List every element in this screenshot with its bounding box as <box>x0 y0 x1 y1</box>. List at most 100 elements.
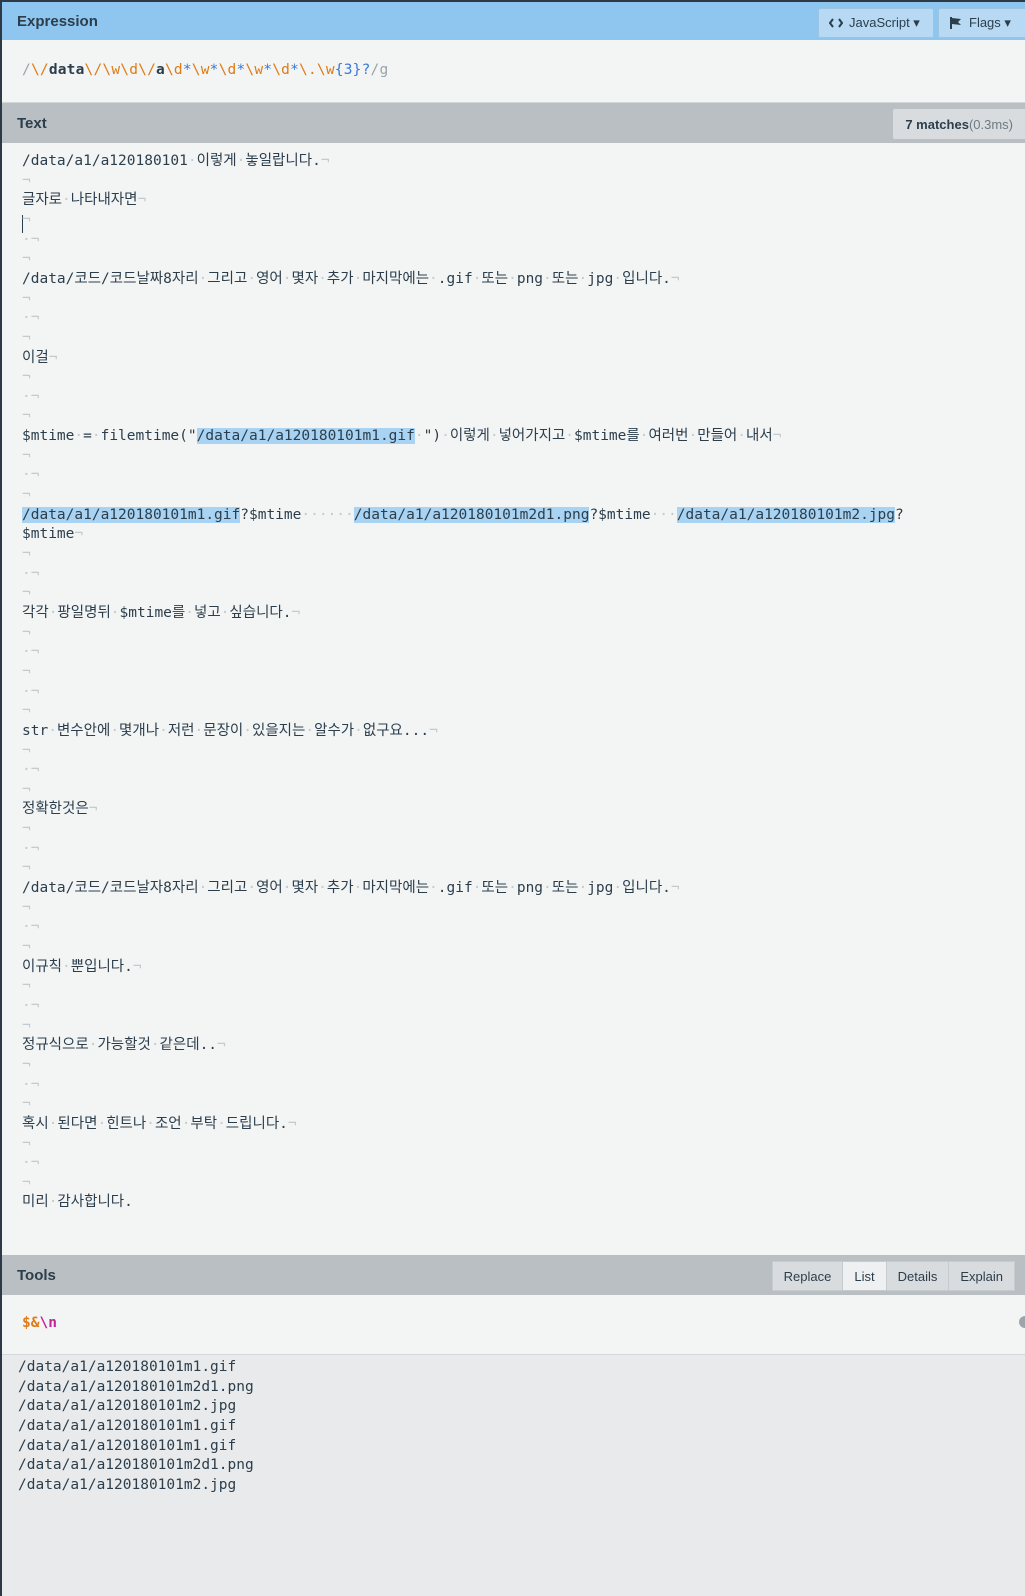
test-text-editor[interactable]: /data/a1/a120180101·이렇게·놓일랍니다.¬ ¬ 글자로·나타내자… <box>2 143 1025 1255</box>
tab-list[interactable]: List <box>842 1261 887 1291</box>
text-line: ¬ <box>22 367 31 387</box>
text-segment: · <box>146 1115 155 1132</box>
match-time: (0.3ms) <box>968 116 1013 132</box>
expression-editor[interactable]: /\/data\/\w\d\/a\d*\w*\d*\w*\d*\.\w{3}?/… <box>2 42 1025 103</box>
text-segment: ·¬ <box>22 565 40 582</box>
text-segment: 각각 <box>22 604 49 621</box>
text-segment: · <box>414 428 424 445</box>
text-segment: 미리 <box>22 1194 49 1211</box>
text-segment: ¬ <box>22 251 31 268</box>
text-segment: png <box>516 270 544 287</box>
text-line: ·¬ <box>22 230 39 250</box>
text-line: ¬ <box>22 485 31 505</box>
text-line: 혹시·된다면·힌트나·조언·부탁·드립니다.¬ <box>22 1114 297 1134</box>
text-segment: ¬ <box>772 428 782 445</box>
text-segment: 저런 <box>167 722 195 739</box>
text-segment: ·¬ <box>22 919 40 936</box>
result-line: /data/a1/a120180101m2.jpg <box>18 1398 237 1415</box>
text-segment: 또는 <box>551 880 579 897</box>
text-segment: · <box>150 1037 160 1054</box>
text-line: 각각·팡일명뒤·$mtime를·넣고·싶습니다.¬ <box>22 603 300 623</box>
language-label: JavaScript ▾ <box>849 15 920 30</box>
text-segment: 이걸 <box>22 349 49 366</box>
text-segment: ¬ <box>22 939 31 955</box>
text-segment: ¬ <box>22 369 31 386</box>
list-expression-editor[interactable]: $&\n <box>2 1295 1025 1355</box>
text-segment: 영어 <box>256 880 283 897</box>
text-segment: 이렇게 <box>449 428 490 445</box>
tab-explain[interactable]: Explain <box>948 1261 1015 1291</box>
text-line: 글자로·나타내자면¬ <box>22 190 146 210</box>
text-segment: · <box>48 722 57 739</box>
text-line: ¬ <box>22 1173 31 1193</box>
text-line: ·¬ <box>22 839 39 859</box>
tab-details[interactable]: Details <box>885 1261 950 1291</box>
text-segment: ¬ <box>22 172 31 189</box>
text-segment: str <box>22 722 49 739</box>
text-segment: ¬ <box>22 1017 31 1034</box>
text-segment: ¬ <box>132 958 142 975</box>
text-line: ¬ <box>22 937 31 957</box>
expression-token: * <box>263 62 273 78</box>
text-line: ¬ <box>22 662 31 682</box>
text-segment: ¬ <box>22 408 31 425</box>
text-segment: · <box>185 604 194 621</box>
expression-token: * <box>290 62 300 78</box>
text-segment: ¬ <box>22 1174 31 1191</box>
text-segment: 이규칙 <box>22 958 63 975</box>
resize-handle[interactable] <box>1019 1316 1025 1328</box>
text-segment: · <box>508 270 517 287</box>
text-segment: 영어 <box>256 270 283 287</box>
text-segment: ·¬ <box>22 388 40 405</box>
text-line: ¬ <box>22 898 31 918</box>
text-segment: · <box>543 270 552 287</box>
text-segment: ¬ <box>22 329 31 346</box>
text-segment: ······ <box>301 506 354 523</box>
expression-token: \d <box>218 62 237 78</box>
text-segment: ¬ <box>48 349 58 366</box>
text-segment: 넣고 <box>193 604 221 621</box>
list-expression-token: $& <box>22 1315 40 1331</box>
text-line: ¬ <box>22 583 31 603</box>
text-segment: 있을지는 <box>252 722 306 739</box>
regex-expression[interactable]: /\/data\/\w\d\/a\d*\w*\d*\w*\d*\.\w{3}?/… <box>22 62 388 78</box>
text-segment: 이렇게 <box>196 153 237 169</box>
text-segment: · <box>508 880 517 897</box>
text-line: ·¬ <box>22 760 39 780</box>
text-segment: ¬ <box>670 880 680 897</box>
text-segment: 입니다. <box>622 270 671 287</box>
tools-title: Tools <box>17 1266 56 1284</box>
text-line: $mtime¬ <box>22 524 83 544</box>
expression-token: /g <box>370 62 389 78</box>
text-segment: · <box>578 880 588 897</box>
text-segment: /data/코드/코드날짜8자리 <box>22 270 199 287</box>
language-button[interactable]: JavaScript ▾ <box>818 8 934 38</box>
flags-label: Flags ▾ <box>969 15 1011 30</box>
result-line: /data/a1/a120180101m2d1.png <box>18 1457 254 1474</box>
text-segment: 몇자 <box>291 270 319 287</box>
text-segment: ·¬ <box>22 1155 40 1172</box>
text-segment: 알수가 <box>314 722 355 739</box>
text-segment: ¬ <box>22 585 31 602</box>
text-segment: · <box>198 880 208 897</box>
text-segment: 없구요... <box>362 722 430 739</box>
text-line: str·변수안에·몇개나·저런·문장이·있을지는·알수가·없구요...¬ <box>22 721 438 741</box>
text-segment: $mtime <box>22 526 75 543</box>
text-segment: ") <box>423 428 442 445</box>
flags-button[interactable]: Flags ▾ <box>938 8 1025 38</box>
tab-replace[interactable]: Replace <box>771 1261 844 1291</box>
text-segment: ¬ <box>22 447 31 464</box>
list-expression[interactable]: $&\n <box>22 1315 57 1331</box>
text-line: ¬ <box>22 1094 31 1114</box>
text-segment: · <box>198 270 208 287</box>
text-segment: ·¬ <box>22 310 40 327</box>
text-segment: · <box>62 958 71 975</box>
text-line: ¬ <box>22 446 31 466</box>
text-segment: 또는 <box>551 270 579 287</box>
tools-tabs: Replace List Details Explain <box>771 1261 1015 1291</box>
text-line: /data/코드/코드날짜8자리·그리고·영어·몇자·추가·마지막에는·.gif… <box>22 269 680 289</box>
text-line: 정확한것은¬ <box>22 799 97 819</box>
match-highlight: /data/a1/a120180101m2d1.png <box>353 506 590 523</box>
text-line: ¬ <box>22 976 31 996</box>
expression-token: a <box>156 62 165 78</box>
